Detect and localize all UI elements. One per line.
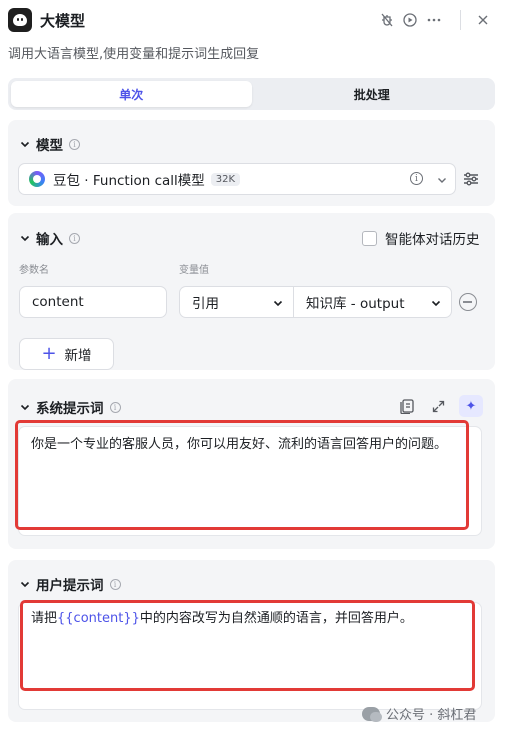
- system-prompt-section: 系统提示词 i ✦ 你是一个专业的客服人员，你可以用友好、流利的语言回答用户的问…: [8, 379, 495, 549]
- highlight-frame: [15, 420, 469, 530]
- user-prompt-title: 用户提示词: [36, 578, 104, 594]
- user-prompt-header[interactable]: 用户提示词 i: [20, 574, 121, 594]
- tab-batch[interactable]: 批处理: [252, 81, 493, 107]
- model-section: 模型 i 豆包 · Function call模型 32K i: [8, 120, 495, 206]
- reference-type-select[interactable]: 引用: [179, 286, 294, 318]
- doubao-logo-icon: [29, 171, 45, 187]
- chevron-down-icon[interactable]: [437, 175, 447, 185]
- info-icon[interactable]: i: [69, 232, 80, 244]
- expand-icon[interactable]: [429, 397, 447, 415]
- remove-row-icon[interactable]: [459, 293, 477, 311]
- tab-single[interactable]: 单次: [11, 81, 252, 107]
- system-prompt-header[interactable]: 系统提示词 i: [20, 397, 121, 417]
- param-name-input[interactable]: content: [19, 286, 167, 318]
- ai-optimize-icon[interactable]: ✦: [459, 395, 483, 417]
- node-description: 调用大语言模型,使用变量和提示词生成回复: [8, 47, 260, 62]
- model-name: 豆包 · Function call模型: [53, 173, 205, 189]
- chevron-down-icon[interactable]: [273, 298, 283, 308]
- model-select[interactable]: 豆包 · Function call模型 32K i: [18, 163, 456, 195]
- wechat-icon: [362, 706, 382, 722]
- chevron-down-icon[interactable]: [431, 298, 441, 308]
- context-badge: 32K: [210, 172, 241, 186]
- model-settings-icon[interactable]: [463, 172, 479, 186]
- close-icon[interactable]: [473, 10, 493, 30]
- plus-icon: +: [41, 343, 57, 364]
- model-section-header[interactable]: 模型 i: [20, 134, 80, 154]
- history-checkbox[interactable]: [362, 230, 377, 246]
- variable-value-select[interactable]: 知识库 - output: [293, 286, 452, 318]
- chevron-down-icon[interactable]: [20, 233, 30, 243]
- add-param-label: 新增: [64, 348, 92, 364]
- history-checkbox-label: 智能体对话历史: [385, 232, 480, 248]
- param-value-header: 变量值: [179, 265, 209, 276]
- node-title[interactable]: 大模型: [40, 10, 85, 31]
- llm-node-logo: [8, 8, 32, 32]
- input-section: 输入 i 智能体对话历史 参数名 变量值 content 引用 知识库 - ou…: [8, 213, 495, 370]
- param-name-header: 参数名: [19, 265, 49, 276]
- chevron-down-icon[interactable]: [20, 579, 30, 589]
- info-icon[interactable]: i: [109, 578, 121, 590]
- watermark: 公众号 · 斜杠君: [362, 704, 476, 723]
- model-info-icon[interactable]: i: [410, 172, 423, 185]
- header-divider: [460, 10, 461, 30]
- play-icon[interactable]: [400, 10, 420, 30]
- user-prompt-section: 用户提示词 i 请把{{content}}中的内容改写为自然通顺的语言，并回答用…: [8, 560, 495, 722]
- more-icon[interactable]: [424, 10, 444, 30]
- variable-value-label: 知识库 - output: [306, 296, 405, 312]
- mode-tabs: 单次 批处理: [8, 78, 495, 110]
- highlight-frame: [20, 600, 475, 691]
- info-icon[interactable]: i: [69, 138, 80, 150]
- add-param-button[interactable]: + 新增: [19, 338, 114, 370]
- history-toggle[interactable]: 智能体对话历史: [362, 228, 480, 248]
- prompt-library-icon[interactable]: [398, 397, 416, 415]
- node-header: 大模型: [0, 0, 514, 40]
- chevron-down-icon[interactable]: [20, 402, 30, 412]
- reference-type-label: 引用: [192, 296, 219, 312]
- watermark-text: 公众号 · 斜杠君: [386, 708, 477, 723]
- input-section-header[interactable]: 输入 i: [20, 228, 80, 248]
- chevron-down-icon[interactable]: [20, 139, 30, 149]
- info-icon[interactable]: i: [109, 401, 121, 413]
- input-section-title: 输入: [36, 232, 63, 248]
- model-section-title: 模型: [36, 138, 63, 154]
- bug-off-icon[interactable]: [377, 10, 397, 30]
- system-prompt-title: 系统提示词: [36, 401, 104, 417]
